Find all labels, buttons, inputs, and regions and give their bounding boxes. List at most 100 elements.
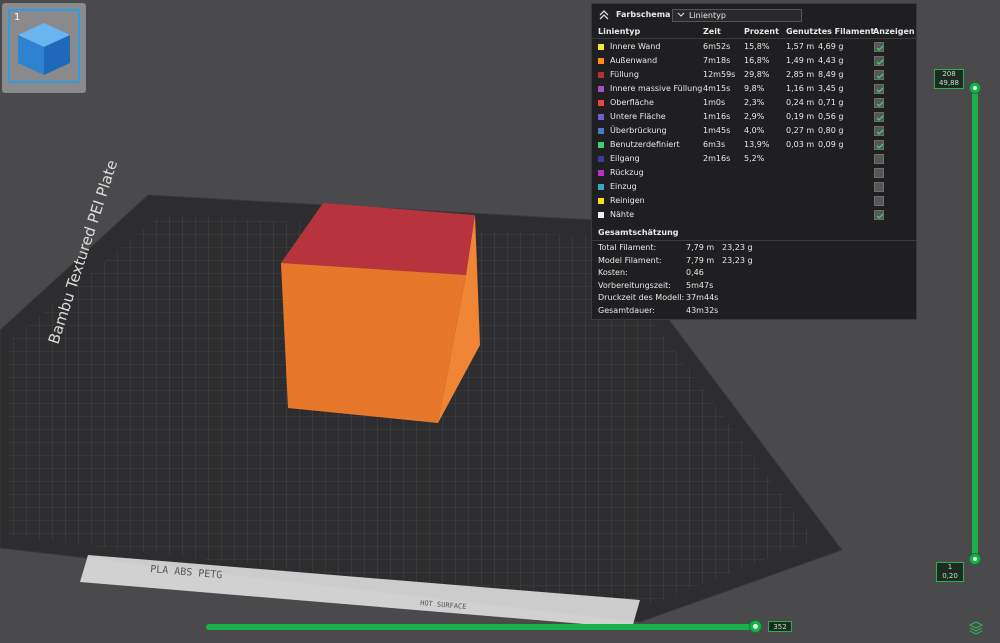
estimate-label: Model Filament: (598, 255, 662, 265)
3d-viewport[interactable]: Bambu Textured PEI Plate PLA ABS PETG HO… (0, 0, 1000, 643)
header-filament: Genutztes Filament (786, 27, 875, 36)
bottom-layer-height: 0,20 (942, 572, 958, 580)
line-type-name: Innere Wand (610, 42, 661, 51)
line-type-percent: 5,2% (744, 154, 765, 163)
color-swatch (598, 72, 604, 78)
estimate-title: Gesamtschätzung (598, 228, 679, 237)
line-type-length: 2,85 m (786, 70, 815, 79)
line-type-weight: 4,69 g (818, 42, 844, 51)
line-type-weight: 4,43 g (818, 56, 844, 65)
color-swatch (598, 170, 604, 176)
line-type-time: 2m16s (703, 154, 731, 163)
estimate-value: 7,79 m (686, 255, 715, 265)
move-slider-handle[interactable] (749, 620, 762, 633)
line-type-name: Nähte (610, 210, 635, 219)
line-type-percent: 2,9% (744, 112, 765, 121)
cube-icon (18, 23, 70, 75)
color-swatch (598, 212, 604, 218)
color-swatch (598, 198, 604, 204)
layer-slider-track[interactable] (972, 90, 978, 560)
estimate-value-2: 23,23 g (722, 255, 753, 265)
legend-panel: Farbschema Linientyp Linientyp Zeit Proz… (591, 3, 917, 320)
layer-slider-bottom-handle[interactable] (969, 553, 981, 565)
line-type-time: 12m59s (703, 70, 736, 79)
legend-row: Nähte (592, 209, 916, 223)
layer-slider[interactable] (969, 82, 981, 565)
color-swatch (598, 114, 604, 120)
line-type-name: Überbrückung (610, 126, 667, 135)
show-checkbox[interactable] (874, 84, 884, 94)
show-checkbox[interactable] (874, 56, 884, 66)
line-type-weight: 3,45 g (818, 84, 844, 93)
show-checkbox[interactable] (874, 140, 884, 150)
color-swatch (598, 142, 604, 148)
line-type-name: Benutzerdefiniert (610, 140, 680, 149)
estimate-value: 0,46 (686, 268, 704, 277)
estimate-label: Total Filament: (598, 243, 657, 252)
move-slider-track[interactable] (206, 624, 758, 630)
show-checkbox[interactable] (874, 126, 884, 136)
line-type-length: 1,16 m (786, 84, 815, 93)
checkmark-icon (876, 143, 884, 149)
legend-row: Eilgang 2m16s 5,2% (592, 153, 916, 167)
color-swatch (598, 184, 604, 190)
thumbnail-selection: 1 (8, 9, 80, 83)
checkmark-icon (876, 101, 884, 107)
show-checkbox[interactable] (874, 210, 884, 220)
header-type: Linientyp (598, 27, 641, 36)
line-type-name: Außenwand (610, 56, 658, 65)
estimate-divider (592, 240, 916, 241)
color-swatch (598, 128, 604, 134)
line-type-name: Oberfläche (610, 98, 654, 107)
show-checkbox[interactable] (874, 42, 884, 52)
legend-row: Reinigen (592, 195, 916, 209)
show-checkbox[interactable] (874, 70, 884, 80)
line-type-name: Reinigen (610, 196, 645, 205)
line-type-time: 1m0s (703, 98, 726, 107)
legend-row: Rückzug (592, 167, 916, 181)
estimate-value-2: 23,23 g (722, 243, 753, 252)
line-type-name: Rückzug (610, 168, 644, 177)
estimate-value: 7,79 m (686, 243, 715, 252)
object-thumbnail[interactable]: 1 (2, 3, 86, 93)
legend-row: Untere Fläche 1m16s 2,9% 0,19 m 0,56 g (592, 111, 916, 125)
line-type-percent: 15,8% (744, 42, 770, 51)
color-swatch (598, 44, 604, 50)
collapse-icon[interactable] (598, 9, 610, 21)
line-type-time: 1m45s (703, 126, 731, 135)
line-type-length: 0,24 m (786, 98, 815, 107)
show-checkbox[interactable] (874, 98, 884, 108)
estimate-row: Druckzeit des Modell: 37m44s (592, 293, 916, 306)
cube-front-hatch (281, 263, 466, 423)
color-swatch (598, 86, 604, 92)
line-type-weight: 8,49 g (818, 70, 844, 79)
move-slider[interactable] (206, 620, 766, 634)
color-swatch (598, 100, 604, 106)
line-type-name: Untere Fläche (610, 112, 666, 121)
show-checkbox[interactable] (874, 196, 884, 206)
checkmark-icon (876, 213, 884, 219)
bottom-layer-number: 1 (947, 563, 953, 571)
checkmark-icon (876, 59, 884, 65)
layer-slider-top-handle[interactable] (969, 82, 981, 94)
line-type-weight: 0,09 g (818, 140, 844, 149)
show-checkbox[interactable] (874, 168, 884, 178)
legend-row: Einzug (592, 181, 916, 195)
estimate-label: Vorbereitungszeit: (598, 280, 671, 290)
header-percent: Prozent (744, 27, 779, 36)
checkmark-icon (876, 45, 884, 51)
top-layer-number: 208 (942, 70, 956, 78)
show-checkbox[interactable] (874, 154, 884, 164)
show-checkbox[interactable] (874, 182, 884, 192)
line-type-name: Füllung (610, 70, 639, 79)
show-checkbox[interactable] (874, 112, 884, 122)
estimate-row: Gesamtdauer: 43m32s (592, 306, 916, 319)
checkmark-icon (876, 73, 884, 79)
legend-row: Innere massive Füllung 4m15s 9,8% 1,16 m 3,4… (592, 83, 916, 97)
layers-icon[interactable] (968, 620, 984, 636)
color-scheme-label: Farbschema (616, 10, 671, 19)
move-slider-value: 352 (768, 621, 792, 632)
line-type-weight: 0,71 g (818, 98, 844, 107)
color-scheme-select[interactable]: Linientyp (672, 9, 802, 22)
legend-header: Farbschema Linientyp (592, 4, 916, 26)
